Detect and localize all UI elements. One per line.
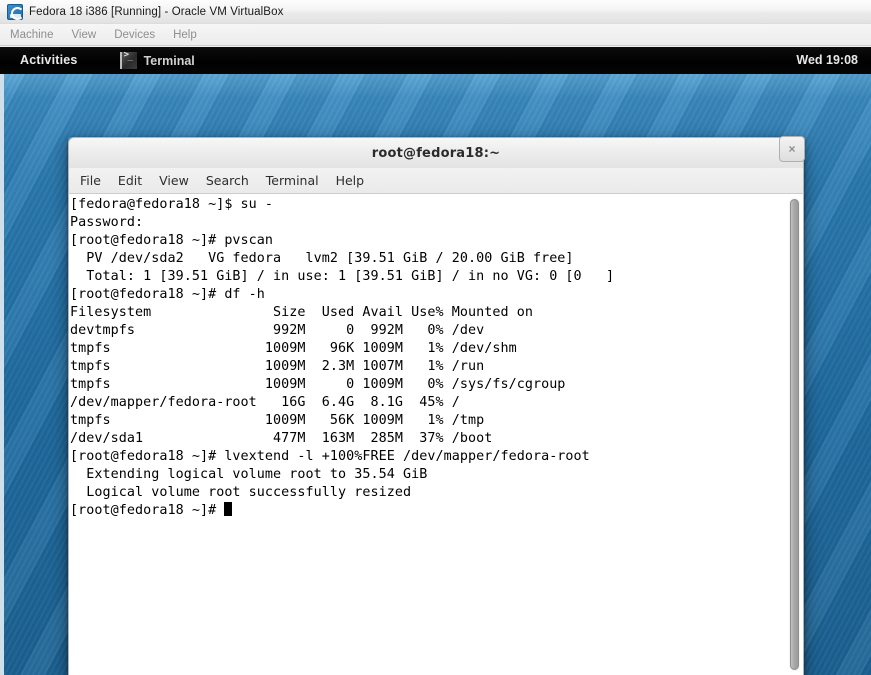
terminal-line: tmpfs 1009M 96K 1009M 1% /dev/shm (70, 341, 517, 356)
terminal-menu-view[interactable]: View (159, 173, 189, 188)
terminal-scrollbar-thumb[interactable] (790, 199, 799, 670)
terminal-cursor (224, 502, 233, 516)
host-titlebar: Fedora 18 i386 [Running] - Oracle VM Vir… (0, 0, 871, 24)
guest-screen-left-edge (0, 47, 4, 675)
terminal-line: tmpfs 1009M 0 1009M 0% /sys/fs/cgroup (70, 377, 566, 392)
terminal-menu-file[interactable]: File (80, 173, 101, 188)
terminal-menu-terminal[interactable]: Terminal (266, 173, 319, 188)
virtualbox-icon (7, 3, 24, 20)
terminal-line: /dev/mapper/fedora-root 16G 6.4G 8.1G 45… (70, 395, 460, 410)
activities-button[interactable]: Activities (8, 47, 90, 74)
terminal-window[interactable]: root@fedora18:~ × File Edit View Search … (68, 136, 805, 675)
virtualbox-host-window: Fedora 18 i386 [Running] - Oracle VM Vir… (0, 0, 871, 675)
clock[interactable]: Wed 19:08 (796, 47, 858, 74)
gnome-top-bar: Activities Terminal Wed 19:08 (0, 47, 871, 74)
close-button[interactable]: × (779, 136, 805, 162)
terminal-window-title: root@fedora18:~ (371, 145, 501, 161)
terminal-scrollbar[interactable] (789, 198, 800, 671)
terminal-line: [root@fedora18 ~]# lvextend -l +100%FREE… (70, 449, 590, 464)
terminal-menu-help[interactable]: Help (336, 173, 365, 188)
terminal-line: Filesystem Size Used Avail Use% Mounted … (70, 305, 533, 320)
terminal-line: PV /dev/sda2 VG fedora lvm2 [39.51 GiB /… (70, 251, 574, 266)
terminal-line: [fedora@fedora18 ~]$ su - (70, 197, 274, 212)
terminal-menubar[interactable]: File Edit View Search Terminal Help (68, 168, 804, 194)
window-list-item-terminal[interactable]: Terminal (119, 47, 203, 74)
terminal-output-text: [fedora@fedora18 ~]$ su - Password: [roo… (70, 196, 614, 520)
terminal-line: Logical volume root successfully resized (70, 485, 412, 500)
host-menubar[interactable]: Machine View Devices Help (0, 24, 871, 46)
terminal-line: Extending logical volume root to 35.54 G… (70, 467, 428, 482)
host-menu-view[interactable]: View (71, 29, 106, 41)
host-menu-help[interactable]: Help (173, 29, 207, 41)
window-list-item-label: Terminal (143, 53, 195, 68)
terminal-line: devtmpfs 992M 0 992M 0% /dev (70, 323, 485, 338)
host-menu-machine[interactable]: Machine (10, 29, 63, 41)
close-icon: × (788, 142, 796, 156)
host-window-title: Fedora 18 i386 [Running] - Oracle VM Vir… (29, 5, 284, 18)
guest-screen[interactable]: Activities Terminal Wed 19:08 root@fedor… (0, 47, 871, 675)
host-menu-devices[interactable]: Devices (114, 29, 165, 41)
terminal-titlebar[interactable]: root@fedora18:~ × (68, 136, 805, 168)
terminal-line: [root@fedora18 ~]# df -h (70, 287, 265, 302)
terminal-menu-search[interactable]: Search (206, 173, 249, 188)
terminal-line: [root@fedora18 ~]# (70, 503, 225, 518)
terminal-line: tmpfs 1009M 2.3M 1007M 1% /run (70, 359, 485, 374)
terminal-line: [root@fedora18 ~]# pvscan (70, 233, 274, 248)
terminal-line: /dev/sda1 477M 163M 285M 37% /boot (70, 431, 493, 446)
terminal-menu-edit[interactable]: Edit (118, 173, 142, 188)
terminal-line: Total: 1 [39.51 GiB] / in use: 1 [39.51 … (70, 269, 615, 284)
terminal-icon (119, 50, 137, 69)
terminal-content-area[interactable]: [fedora@fedora18 ~]$ su - Password: [roo… (68, 194, 804, 675)
terminal-line: Password: (70, 215, 144, 230)
terminal-line: tmpfs 1009M 56K 1009M 1% /tmp (70, 413, 485, 428)
